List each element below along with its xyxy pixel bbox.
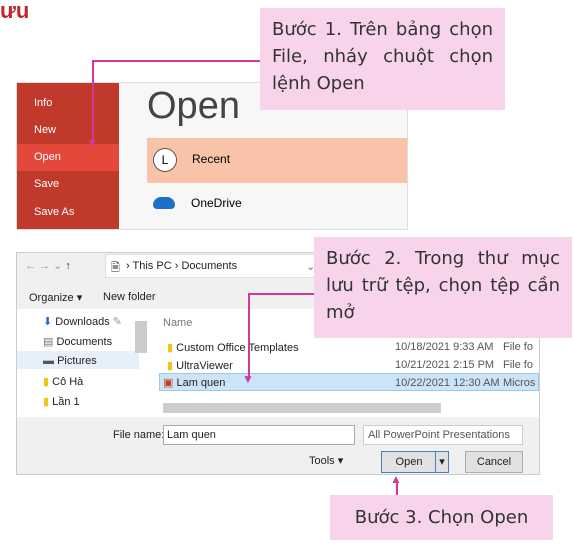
menu-info[interactable]: Info xyxy=(34,97,52,109)
file-date: 10/18/2021 9:33 AM xyxy=(395,341,494,353)
crumb-this-pc[interactable]: This PC xyxy=(133,260,172,272)
heading-fragment: ưu xyxy=(0,0,30,23)
file-name-input[interactable]: Lam quen xyxy=(163,425,355,445)
nav-arrows[interactable]: ← → ⌄ ↑ xyxy=(25,259,71,272)
powerpoint-icon: ▣ xyxy=(163,377,174,389)
crumb-documents[interactable]: Documents xyxy=(181,260,237,272)
tools-button[interactable]: Tools ▾ xyxy=(309,454,343,467)
file-row[interactable]: ▮ Custom Office Templates xyxy=(167,341,299,354)
pc-icon: 🗎 xyxy=(111,262,120,274)
arrow-2 xyxy=(248,293,314,295)
cancel-button[interactable]: Cancel xyxy=(465,451,523,473)
file-row-selected[interactable]: ▣ Lam quen xyxy=(163,376,225,389)
nav-documents[interactable]: ▤ Documents xyxy=(43,335,112,348)
nav-scrollbar[interactable] xyxy=(135,321,147,353)
open-dropdown-icon[interactable]: ▾ xyxy=(435,451,449,473)
callout-step-2: Bước 2. Trong thư mục lưu trữ tệp, chọn … xyxy=(314,237,572,338)
location-onedrive[interactable]: OneDrive xyxy=(191,196,242,210)
clock-icon: L xyxy=(153,148,177,172)
arrow-2-stem xyxy=(248,293,250,377)
nav-lan-1[interactable]: ▮ Lần 1 xyxy=(43,395,80,408)
nav-pictures[interactable]: ▬ Pictures xyxy=(43,355,97,367)
file-date: 10/22/2021 12:30 AM xyxy=(395,377,500,389)
backstage-sidebar: Info New Open Save Save As xyxy=(17,83,119,229)
arrow-1 xyxy=(92,60,260,62)
new-folder-button[interactable]: New folder xyxy=(103,291,156,303)
file-name-label: File name: xyxy=(113,429,165,441)
file-type: File fo xyxy=(503,359,533,371)
callout-step-3: Bước 3. Chọn Open xyxy=(330,495,553,540)
arrow-3-head: ▲ xyxy=(390,472,402,486)
file-type: Micros xyxy=(503,377,536,389)
open-button[interactable]: Open xyxy=(381,451,437,473)
horizontal-scrollbar[interactable] xyxy=(163,403,441,413)
menu-open[interactable]: Open xyxy=(34,151,61,163)
file-type-select[interactable]: All PowerPoint Presentations xyxy=(363,425,523,445)
arrow-1-stem xyxy=(92,60,94,142)
callout-step-1: Bước 1. Trên bảng chọn File, nháy chuột … xyxy=(260,8,505,110)
file-date: 10/21/2021 2:15 PM xyxy=(395,359,495,371)
selected-highlight xyxy=(17,144,119,171)
file-type: File fo xyxy=(503,341,533,353)
column-name[interactable]: Name xyxy=(163,317,192,329)
menu-save[interactable]: Save xyxy=(34,178,59,190)
menu-save-as[interactable]: Save As xyxy=(34,206,74,218)
file-row[interactable]: ▮ UltraViewer xyxy=(167,359,233,372)
nav-pane: ⬇ Downloads ✎ ▤ Documents ▬ Pictures ▮ C… xyxy=(17,309,151,417)
location-recent[interactable]: L Recent xyxy=(147,138,407,183)
onedrive-icon xyxy=(153,197,175,209)
menu-new[interactable]: New xyxy=(34,124,56,136)
arrow-2-head: ▼ xyxy=(242,372,254,386)
arrow-1-head: ▼ xyxy=(86,136,98,150)
nav-co-ha[interactable]: ▮ Cô Hà xyxy=(43,375,83,388)
page-title: Open xyxy=(147,85,240,127)
nav-downloads[interactable]: ⬇ Downloads ✎ xyxy=(43,315,122,328)
recent-label: Recent xyxy=(192,152,231,166)
organize-button[interactable]: Organize ▾ xyxy=(29,291,82,304)
address-bar[interactable]: 🗎 › This PC › Documents ⌄ xyxy=(105,254,327,278)
